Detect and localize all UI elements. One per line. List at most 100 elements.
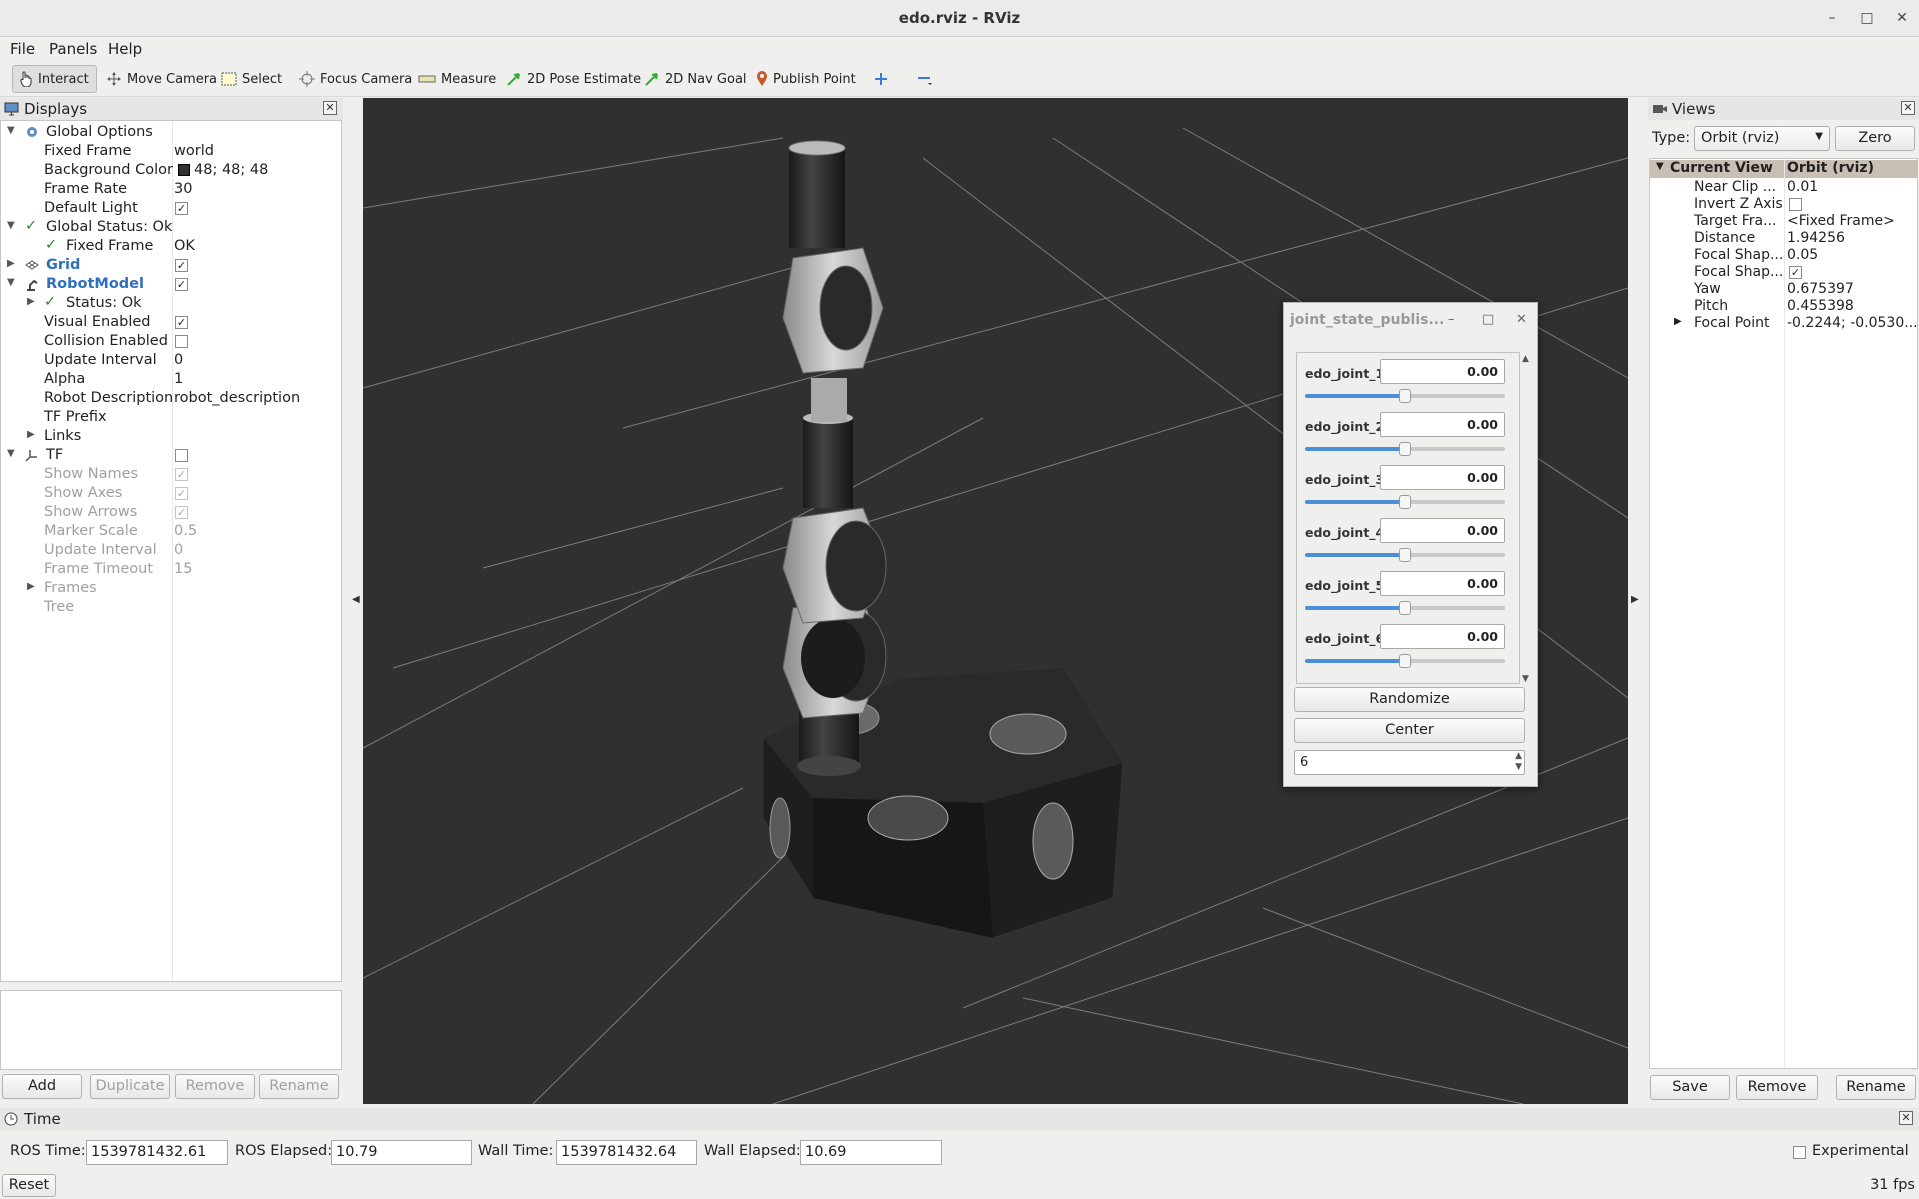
expand-arrow-icon[interactable]: ▼ [7, 125, 15, 136]
view-type-dropdown[interactable]: Orbit (rviz) ▼ [1694, 126, 1830, 151]
view-property-row[interactable]: Focal Shap... ✓ [1650, 264, 1917, 281]
pose-estimate-tool-button[interactable]: 2D Pose Estimate [500, 65, 647, 93]
expand-arrow-icon[interactable]: ▼ [7, 277, 15, 288]
view-property-row[interactable]: Distance 1.94256 [1650, 230, 1917, 247]
property-value[interactable]: world [174, 143, 214, 159]
ros-time-field[interactable]: 1539781432.61 [86, 1140, 228, 1165]
joint-value-input[interactable]: 0.00 [1380, 465, 1505, 490]
property-checkbox[interactable] [1789, 198, 1802, 211]
center-button[interactable]: Center [1294, 718, 1525, 743]
view-property-row[interactable]: Pitch 0.455398 [1650, 298, 1917, 315]
save-view-button[interactable]: Save [1650, 1075, 1730, 1100]
duplicate-display-button[interactable]: Duplicate [90, 1074, 170, 1099]
expand-arrow-icon[interactable]: ▼ [7, 220, 15, 231]
tree-row-robot-description[interactable]: Robot Description robot_description [1, 389, 341, 408]
scroll-up-icon[interactable]: ▲ [1522, 354, 1529, 364]
tree-row-show-names[interactable]: Show Names ✓ [1, 465, 341, 484]
show-axes-checkbox[interactable]: ✓ [175, 487, 188, 500]
collapse-arrow-icon[interactable]: ▶ [27, 296, 35, 307]
close-icon[interactable]: ✕ [1516, 312, 1527, 327]
default-light-checkbox[interactable]: ✓ [175, 202, 188, 215]
maximize-icon[interactable]: □ [1482, 312, 1494, 327]
tree-row-tf-prefix[interactable]: TF Prefix [1, 408, 341, 427]
property-value[interactable]: 30 [174, 181, 192, 197]
tree-row-global-options[interactable]: ▼ Global Options [1, 123, 341, 142]
tree-row-marker-scale[interactable]: Marker Scale 0.5 [1, 522, 341, 541]
rename-view-button[interactable]: Rename [1836, 1075, 1916, 1100]
close-icon[interactable]: ✕ [1901, 101, 1915, 115]
tree-row-status-fixed-frame[interactable]: ✓ Fixed Frame OK [1, 237, 341, 256]
tree-row-tree[interactable]: Tree [1, 598, 341, 617]
rename-display-button[interactable]: Rename [259, 1074, 339, 1099]
joint-slider[interactable] [1305, 442, 1505, 456]
view-property-row[interactable]: Yaw 0.675397 [1650, 281, 1917, 298]
robot-model-enabled-checkbox[interactable]: ✓ [175, 278, 188, 291]
wall-elapsed-field[interactable]: 10.69 [800, 1140, 942, 1165]
tree-row-frame-timeout[interactable]: Frame Timeout 15 [1, 560, 341, 579]
show-arrows-checkbox[interactable]: ✓ [175, 506, 188, 519]
add-tool-button[interactable] [868, 65, 894, 93]
tree-row-tf-update-interval[interactable]: Update Interval 0 [1, 541, 341, 560]
tree-row-robot-model[interactable]: ▼ RobotModel ✓ [1, 275, 341, 294]
view-property-row[interactable]: Invert Z Axis [1650, 196, 1917, 213]
property-value[interactable]: 0.675397 [1787, 281, 1854, 297]
collapse-right-icon[interactable]: ▶ [1631, 594, 1639, 605]
tree-row-show-axes[interactable]: Show Axes ✓ [1, 484, 341, 503]
view-property-row[interactable]: Focal Point -0.2244; -0.0530... ▶ [1650, 315, 1917, 332]
tree-row-global-status[interactable]: ▼ ✓ Global Status: Ok [1, 218, 341, 237]
add-display-button[interactable]: Add [2, 1074, 82, 1099]
experimental-checkbox[interactable] [1793, 1146, 1806, 1159]
tree-row-frame-rate[interactable]: Frame Rate 30 [1, 180, 341, 199]
tree-row-collision-enabled[interactable]: Collision Enabled [1, 332, 341, 351]
property-value[interactable]: -0.2244; -0.0530... [1787, 315, 1917, 331]
menu-panels[interactable]: Panels [49, 40, 97, 58]
property-value[interactable]: 0.01 [1787, 179, 1818, 195]
zero-button[interactable]: Zero [1835, 126, 1915, 151]
joint-slider[interactable] [1305, 495, 1505, 509]
scrollbar[interactable]: ▲ ▼ [1521, 354, 1533, 684]
wall-time-field[interactable]: 1539781432.64 [556, 1140, 697, 1165]
collapse-arrow-icon[interactable]: ▶ [27, 429, 35, 440]
render-viewport[interactable]: joint_state_publis... – □ ✕ edo_joint_1 0… [363, 98, 1628, 1104]
collapse-arrow-icon[interactable]: ▶ [27, 581, 35, 592]
tree-row-background-color[interactable]: Background Color 48; 48; 48 [1, 161, 341, 180]
collapse-arrow-icon[interactable]: ▶ [7, 258, 15, 269]
maximize-icon[interactable]: □ [1855, 6, 1879, 30]
joint-value-input[interactable]: 0.00 [1380, 571, 1505, 596]
view-property-row[interactable]: Target Fra... <Fixed Frame> [1650, 213, 1917, 230]
measure-tool-button[interactable]: Measure [412, 65, 502, 93]
grid-enabled-checkbox[interactable]: ✓ [175, 259, 188, 272]
expand-arrow-icon[interactable]: ▼ [1656, 161, 1664, 172]
spin-arrows-icon[interactable]: ▲ ▼ [1515, 751, 1522, 773]
reset-button[interactable]: Reset [2, 1174, 56, 1197]
joint-value-input[interactable]: 0.00 [1380, 518, 1505, 543]
joint-state-publisher-window[interactable]: joint_state_publis... – □ ✕ edo_joint_1 0… [1283, 302, 1538, 787]
nav-goal-tool-button[interactable]: 2D Nav Goal [638, 65, 753, 93]
property-value[interactable]: 0.455398 [1787, 298, 1854, 314]
tree-row-fixed-frame[interactable]: Fixed Frame world [1, 142, 341, 161]
scroll-down-icon[interactable]: ▼ [1522, 674, 1529, 684]
remove-tool-button[interactable] [910, 65, 938, 93]
joint-value-input[interactable]: 0.00 [1380, 624, 1505, 649]
close-icon[interactable]: ✕ [323, 101, 337, 115]
property-value[interactable]: 1.94256 [1787, 230, 1845, 246]
collapse-arrow-icon[interactable]: ▶ [1674, 316, 1682, 327]
menu-help[interactable]: Help [108, 40, 142, 58]
collision-enabled-checkbox[interactable] [175, 335, 188, 348]
property-value[interactable]: 0.05 [1787, 247, 1818, 263]
interact-tool-button[interactable]: Interact [12, 65, 97, 93]
publish-point-tool-button[interactable]: Publish Point [750, 65, 862, 93]
select-tool-button[interactable]: Select [215, 65, 288, 93]
slider-thumb[interactable] [1399, 442, 1411, 456]
ros-elapsed-field[interactable]: 10.79 [331, 1140, 472, 1165]
move-camera-tool-button[interactable]: Move Camera [100, 65, 223, 93]
show-names-checkbox[interactable]: ✓ [175, 468, 188, 481]
view-property-row[interactable]: Near Clip ... 0.01 [1650, 179, 1917, 196]
tf-enabled-checkbox[interactable] [175, 449, 188, 462]
tree-row-alpha[interactable]: Alpha 1 [1, 370, 341, 389]
property-value[interactable]: 1 [174, 371, 183, 387]
minimize-icon[interactable]: – [1820, 6, 1844, 30]
tree-row-default-light[interactable]: Default Light ✓ [1, 199, 341, 218]
joint-slider[interactable] [1305, 548, 1505, 562]
remove-view-button[interactable]: Remove [1736, 1075, 1818, 1100]
